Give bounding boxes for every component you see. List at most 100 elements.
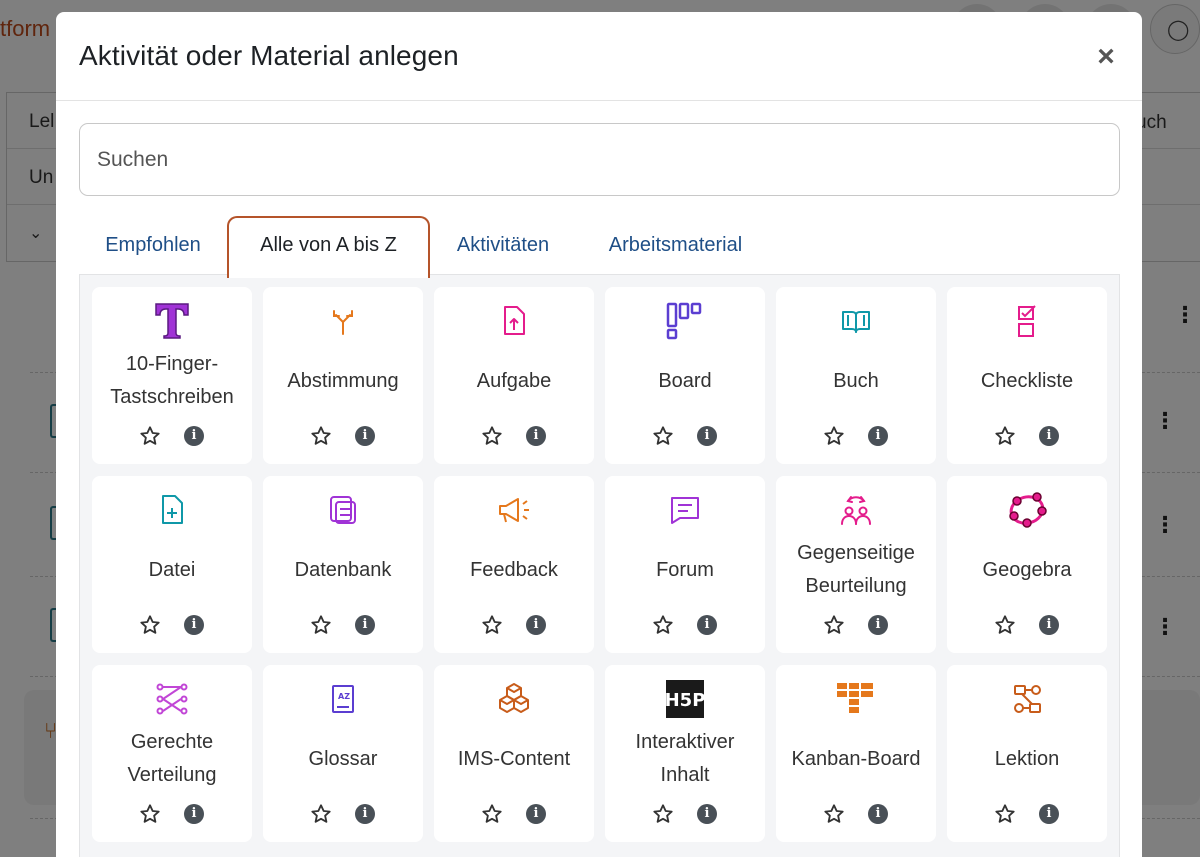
modal-title: Aktivität oder Material anlegen xyxy=(79,40,459,71)
svg-text:AZ: AZ xyxy=(338,692,350,701)
activity-card[interactable]: Datei i xyxy=(92,476,252,653)
tab-all-a-to-z[interactable]: Alle von A bis Z xyxy=(227,216,430,278)
star-favourite-icon[interactable] xyxy=(310,614,332,636)
activity-card[interactable]: Aufgabe i xyxy=(434,287,594,464)
lesson-flow-icon xyxy=(947,679,1107,719)
fair-allocation-icon xyxy=(92,679,252,719)
star-favourite-icon[interactable] xyxy=(994,803,1016,825)
activity-card[interactable]: 10-Finger- Tastschreiben i xyxy=(92,287,252,464)
activity-card-label: Glossar xyxy=(308,747,378,770)
tab-activities[interactable]: Aktivitäten xyxy=(430,216,576,274)
tab-list: Empfohlen Alle von A bis Z Aktivitäten A… xyxy=(79,216,1120,278)
info-icon[interactable]: i xyxy=(355,426,375,446)
megaphone-icon xyxy=(434,490,594,530)
info-icon[interactable]: i xyxy=(1039,804,1059,824)
info-icon[interactable]: i xyxy=(526,615,546,635)
info-icon[interactable]: i xyxy=(868,615,888,635)
info-icon[interactable]: i xyxy=(184,426,204,446)
activity-card[interactable]: Geogebra i xyxy=(947,476,1107,653)
star-favourite-icon[interactable] xyxy=(823,614,845,636)
activity-card-label: Abstimmung xyxy=(287,369,399,392)
star-favourite-icon[interactable] xyxy=(310,803,332,825)
star-favourite-icon[interactable] xyxy=(994,425,1016,447)
kanban-icon xyxy=(776,679,936,719)
activity-card[interactable]: IMS-Content i xyxy=(434,665,594,842)
activity-card[interactable]: H5P Interaktiver Inhalt i xyxy=(605,665,765,842)
activity-card[interactable]: Abstimmung i xyxy=(263,287,423,464)
info-icon[interactable]: i xyxy=(697,804,717,824)
star-favourite-icon[interactable] xyxy=(139,614,161,636)
forum-chat-icon xyxy=(605,490,765,530)
star-favourite-icon[interactable] xyxy=(139,803,161,825)
activity-card-label: Kanban-Board xyxy=(791,747,921,770)
activity-chooser-modal: Aktivität oder Material anlegen × Empfoh… xyxy=(56,12,1142,857)
activity-card-label: Board xyxy=(658,369,712,392)
info-icon[interactable]: i xyxy=(1039,615,1059,635)
book-icon xyxy=(776,301,936,341)
star-favourite-icon[interactable] xyxy=(823,425,845,447)
activity-card[interactable]: Gerechte Verteilung i xyxy=(92,665,252,842)
star-favourite-icon[interactable] xyxy=(310,425,332,447)
activity-card[interactable]: Lektion i xyxy=(947,665,1107,842)
activity-card[interactable]: Forum i xyxy=(605,476,765,653)
database-icon xyxy=(263,490,423,530)
star-favourite-icon[interactable] xyxy=(481,614,503,636)
info-icon[interactable]: i xyxy=(868,426,888,446)
activity-card[interactable]: Checkliste i xyxy=(947,287,1107,464)
activity-card-label: Buch xyxy=(833,369,879,392)
tab-resources[interactable]: Arbeitsmaterial xyxy=(576,216,775,274)
activity-card-label: Geogebra xyxy=(982,558,1072,581)
star-favourite-icon[interactable] xyxy=(652,425,674,447)
activity-card-label: Checkliste xyxy=(980,369,1074,392)
board-columns-icon xyxy=(605,301,765,341)
activity-card[interactable]: Buch i xyxy=(776,287,936,464)
close-icon[interactable]: × xyxy=(1092,42,1120,72)
svg-text:H5P: H5P xyxy=(665,690,705,711)
activity-card-label: Feedback xyxy=(470,558,558,581)
info-icon[interactable]: i xyxy=(526,426,546,446)
glossary-icon: AZ xyxy=(263,679,423,719)
star-favourite-icon[interactable] xyxy=(823,803,845,825)
star-favourite-icon[interactable] xyxy=(481,803,503,825)
geogebra-icon xyxy=(947,490,1107,530)
info-icon[interactable]: i xyxy=(184,615,204,635)
info-icon[interactable]: i xyxy=(697,615,717,635)
star-favourite-icon[interactable] xyxy=(652,614,674,636)
search-input[interactable] xyxy=(79,123,1120,196)
info-icon[interactable]: i xyxy=(355,804,375,824)
activity-card-label: Datei xyxy=(148,558,196,581)
activity-card-label: Aufgabe xyxy=(476,369,552,392)
tab-recommended[interactable]: Empfohlen xyxy=(79,216,227,274)
ims-cubes-icon xyxy=(434,679,594,719)
activity-card-label: Gegenseitige Beurteilung xyxy=(797,542,915,597)
info-icon[interactable]: i xyxy=(868,804,888,824)
choice-split-icon xyxy=(263,301,423,341)
h5p-icon: H5P xyxy=(605,679,765,719)
activity-card[interactable]: Datenbank i xyxy=(263,476,423,653)
activity-card[interactable]: Feedback i xyxy=(434,476,594,653)
star-favourite-icon[interactable] xyxy=(652,803,674,825)
info-icon[interactable]: i xyxy=(697,426,717,446)
typewriter-T-icon xyxy=(92,301,252,341)
info-icon[interactable]: i xyxy=(184,804,204,824)
activity-grid: 10-Finger- Tastschreiben i Abstimmung i Aufg… xyxy=(79,274,1120,857)
activity-card-label: Datenbank xyxy=(294,558,392,581)
activity-card[interactable]: Board i xyxy=(605,287,765,464)
activity-card-label: Interaktiver Inhalt xyxy=(635,731,735,786)
star-favourite-icon[interactable] xyxy=(139,425,161,447)
assignment-upload-icon xyxy=(434,301,594,341)
info-icon[interactable]: i xyxy=(526,804,546,824)
activity-card-label: 10-Finger- Tastschreiben xyxy=(110,353,234,408)
activity-card[interactable]: Gegenseitige Beurteilung i xyxy=(776,476,936,653)
modal-header: Aktivität oder Material anlegen × xyxy=(56,12,1142,101)
info-icon[interactable]: i xyxy=(355,615,375,635)
info-icon[interactable]: i xyxy=(1039,426,1059,446)
peer-review-icon xyxy=(776,490,936,530)
activity-card[interactable]: Kanban-Board i xyxy=(776,665,936,842)
activity-card-label: Lektion xyxy=(994,747,1060,770)
activity-card-label: Gerechte Verteilung xyxy=(127,731,217,786)
checklist-icon xyxy=(947,301,1107,341)
star-favourite-icon[interactable] xyxy=(481,425,503,447)
activity-card[interactable]: AZ Glossar i xyxy=(263,665,423,842)
star-favourite-icon[interactable] xyxy=(994,614,1016,636)
